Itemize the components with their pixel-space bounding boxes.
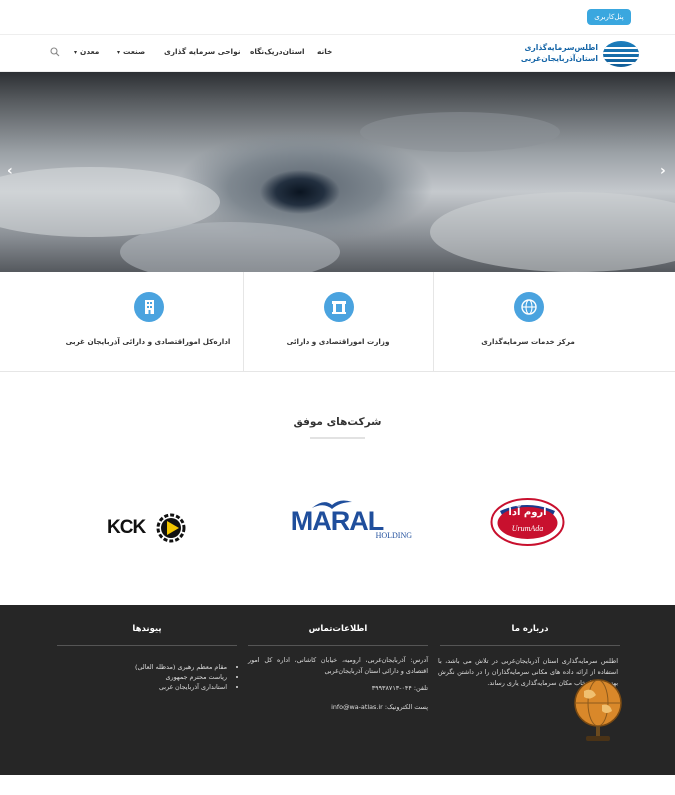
- nav-item-industry[interactable]: صنعت▾: [117, 47, 145, 59]
- maral-subtext: HOLDING: [375, 531, 412, 540]
- chevron-left-icon[interactable]: ‹: [7, 163, 13, 179]
- search-icon[interactable]: [50, 47, 60, 57]
- urumada-en-text: UrumAda: [511, 524, 544, 533]
- kck-text: KCK: [107, 517, 146, 538]
- feature-ministry[interactable]: وزارت اموراقتصادی و دارائی: [243, 272, 433, 372]
- nav-item-province[interactable]: استان‌در‌یک‌نگاه: [250, 47, 305, 59]
- feature-label: وزارت اموراقتصادی و دارائی: [286, 337, 390, 346]
- footer-phone: تلفن: ۰۴۴-۳۹۹۳۸۷۱۳: [371, 684, 428, 692]
- user-panel-button[interactable]: پنل‌کاربری: [587, 9, 631, 25]
- globe-icon: [514, 292, 544, 322]
- footer-links-title: پیوندها: [132, 624, 162, 634]
- footer-address: آدرس: آذربایجان‌غربی، ارومیه، خیابان کاش…: [248, 656, 428, 675]
- footer-link[interactable]: ریاست محترم جمهوری: [57, 672, 227, 682]
- footer-links-list: مقام معظم رهبری (مدظله العالی) ریاست محت…: [57, 662, 237, 692]
- partners-title: شرکت‌های موفق: [293, 416, 382, 428]
- footer-link[interactable]: استانداری آذربایجان غربی: [57, 682, 227, 692]
- chevron-down-icon: ▾: [117, 49, 121, 56]
- office-building-icon: [134, 292, 164, 322]
- footer-link[interactable]: مقام معظم رهبری (مدظله العالی): [57, 662, 227, 672]
- urumada-fa-text: اروم آدا: [508, 507, 547, 518]
- title-underline: [310, 437, 365, 439]
- feature-investment-center[interactable]: مرکز خدمات سرمایه‌گذاری: [433, 272, 623, 372]
- feature-section: مرکز خدمات سرمایه‌گذاری وزارت اموراقتصاد…: [0, 272, 675, 372]
- building-gate-icon: [324, 292, 354, 322]
- nav-item-industry-label: صنعت: [123, 47, 146, 56]
- logo-text: اطلس‌سرمایه‌گذاری استان‌آذربایجان‌غربی: [520, 42, 598, 64]
- footer-divider: [440, 645, 620, 646]
- gear-icon: [156, 513, 186, 543]
- footer-email[interactable]: پست الکترونیک: info@wa-atlas.ir: [248, 702, 428, 713]
- nav-item-investment-areas[interactable]: نواحی سرمایه گذاری: [164, 47, 241, 59]
- site-logo[interactable]: اطلس‌سرمایه‌گذاری استان‌آذربایجان‌غربی: [520, 40, 639, 68]
- top-bar: پنل‌کاربری: [0, 0, 675, 35]
- footer-about-title: درباره ما: [511, 624, 549, 634]
- kck-logo[interactable]: KCK: [107, 508, 189, 548]
- globe-decor-icon: [574, 679, 622, 741]
- logo-line1: اطلس‌سرمایه‌گذاری: [524, 43, 598, 52]
- feature-label: مرکز خدمات سرمایه‌گذاری: [481, 337, 575, 346]
- footer-divider: [248, 645, 428, 646]
- hero-slider[interactable]: [0, 72, 675, 272]
- chevron-down-icon: ▾: [74, 49, 78, 56]
- maral-logo[interactable]: MARAL HOLDING: [262, 498, 412, 543]
- nav-item-mining-label: معدن: [80, 47, 100, 56]
- nav-item-home[interactable]: خانه: [317, 47, 332, 59]
- feature-label: اداره‌کل اموراقتصادی و دارائی آذربایجان …: [65, 337, 231, 346]
- logo-mark-icon: [603, 41, 639, 67]
- feature-divider: [243, 272, 244, 372]
- nav-item-mining[interactable]: معدن▾: [74, 47, 99, 59]
- footer-contact-title: اطلاعات‌تماس: [308, 624, 368, 634]
- feature-divider: [433, 272, 434, 372]
- urumada-logo[interactable]: اروم آدا UrumAda: [490, 497, 565, 547]
- logo-line2: استان‌آذربایجان‌غربی: [520, 54, 598, 63]
- feature-general-office[interactable]: اداره‌کل اموراقتصادی و دارائی آذربایجان …: [53, 272, 243, 372]
- chevron-right-icon[interactable]: ›: [660, 163, 666, 179]
- footer-divider: [57, 645, 237, 646]
